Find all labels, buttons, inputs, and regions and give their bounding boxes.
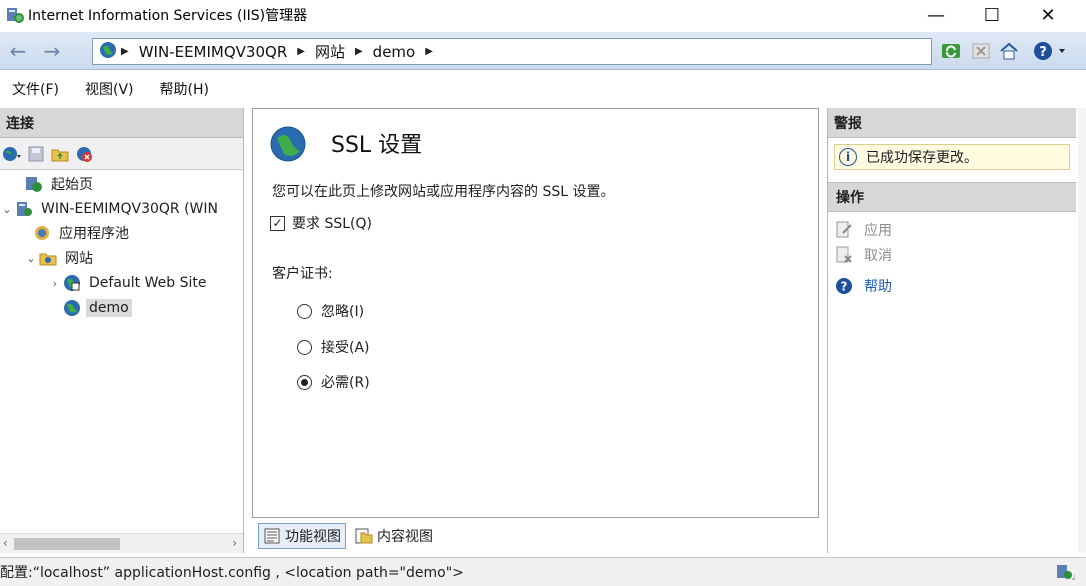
- collapse-arrow-icon[interactable]: ⌄: [0, 203, 14, 216]
- back-arrow-icon: ←: [9, 39, 27, 63]
- tree-item-demo[interactable]: demo: [62, 296, 132, 320]
- website-icon: [62, 273, 82, 293]
- apply-icon: [834, 220, 854, 240]
- sites-folder-icon: [38, 248, 58, 268]
- address-bar[interactable]: ▶ WIN-EEMIMQV30QR ▶ 网站 ▶ demo ▶: [92, 38, 932, 65]
- alert-message: 已成功保存更改。: [866, 150, 978, 166]
- require-ssl-checkbox[interactable]: ✓ 要求 SSL(Q): [270, 213, 372, 233]
- close-icon: ✕: [1040, 4, 1056, 26]
- require-ssl-label: 要求 SSL(Q): [292, 216, 372, 232]
- scrollbar-thumb[interactable]: [14, 538, 120, 550]
- expand-arrow-icon[interactable]: ›: [48, 277, 62, 290]
- action-cancel[interactable]: 取消: [828, 242, 1076, 267]
- radio-ignore[interactable]: 忽略(I): [297, 301, 364, 321]
- tab-content-view[interactable]: 内容视图: [350, 523, 438, 549]
- tree-item-app-pools[interactable]: 应用程序池: [32, 221, 132, 245]
- radio-circle-selected[interactable]: [297, 374, 312, 390]
- ssl-globe-icon: [269, 125, 307, 167]
- close-button[interactable]: ✕: [1020, 0, 1076, 30]
- radio-circle[interactable]: [297, 339, 312, 355]
- maximize-button[interactable]: ☐: [964, 0, 1020, 30]
- horizontal-scrollbar[interactable]: ‹ ›: [0, 533, 243, 553]
- globe-icon: [99, 41, 117, 63]
- content-view-icon: [355, 527, 373, 545]
- save-success-alert: i 已成功保存更改。: [834, 144, 1070, 170]
- svg-text:?: ?: [1039, 45, 1047, 60]
- breadcrumb-arrow-icon: ▶: [425, 46, 433, 57]
- page-description: 您可以在此页上修改网站或应用程序内容的 SSL 设置。: [272, 184, 615, 200]
- title-bar: Internet Information Services (IIS)管理器 —…: [0, 0, 1086, 30]
- scroll-left-icon[interactable]: ‹: [3, 536, 8, 550]
- navigation-bar: ← → ▶ WIN-EEMIMQV30QR ▶ 网站 ▶ demo ▶ ?: [0, 32, 1086, 70]
- actions-pane: 警报 i 已成功保存更改。 操作 应用 取消 ? 帮助: [827, 108, 1076, 553]
- tree-item-sites[interactable]: ⌄ 网站: [24, 246, 96, 270]
- menu-help[interactable]: 帮助(H): [160, 79, 209, 99]
- menu-file[interactable]: 文件(F): [12, 79, 59, 99]
- radio-circle[interactable]: [297, 303, 312, 319]
- menu-view[interactable]: 视图(V): [85, 79, 134, 99]
- collapse-arrow-icon[interactable]: ⌄: [24, 252, 38, 265]
- tree-item-server[interactable]: ⌄ WIN-EEMIMQV30QR (WIN: [0, 197, 221, 221]
- ssl-settings-panel: SSL 设置 您可以在此页上修改网站或应用程序内容的 SSL 设置。 ✓ 要求 …: [252, 108, 819, 518]
- connections-header: 连接: [0, 108, 243, 138]
- breadcrumb-server[interactable]: WIN-EEMIMQV30QR: [139, 43, 288, 61]
- window-title: Internet Information Services (IIS)管理器: [28, 8, 308, 24]
- minimize-icon: —: [927, 4, 945, 26]
- features-view-icon: [263, 527, 281, 545]
- right-edge-scroll-area: [1078, 108, 1086, 553]
- page-title: SSL 设置: [331, 133, 423, 158]
- help-dropdown-icon[interactable]: ?: [1032, 40, 1068, 62]
- forward-arrow-icon: →: [43, 39, 61, 63]
- stop-icon[interactable]: [970, 40, 992, 62]
- view-tabs: 功能视图 内容视图: [252, 520, 438, 552]
- status-bar: 配置:“localhost” applicationHost.config , …: [0, 557, 1086, 586]
- connections-toolbar: [0, 138, 243, 170]
- server-icon: [14, 199, 34, 219]
- tree-item-start-page[interactable]: 起始页: [10, 172, 96, 196]
- svg-text:?: ?: [841, 279, 848, 293]
- website-icon: [62, 298, 82, 318]
- client-cert-label: 客户证书:: [272, 266, 333, 282]
- cancel-icon: [834, 245, 854, 265]
- action-help[interactable]: ? 帮助: [828, 273, 1076, 298]
- breadcrumb-sites[interactable]: 网站: [315, 41, 345, 62]
- minimize-button[interactable]: —: [908, 0, 964, 30]
- status-text: 配置:“localhost” applicationHost.config , …: [0, 565, 464, 581]
- scroll-right-icon[interactable]: ›: [232, 536, 237, 550]
- alerts-header: 警报: [828, 108, 1076, 138]
- disconnect-icon[interactable]: [74, 144, 94, 164]
- actions-header: 操作: [828, 182, 1076, 212]
- iis-app-icon: [4, 4, 26, 26]
- tab-features-view[interactable]: 功能视图: [258, 523, 346, 549]
- server-status-icon: [1054, 562, 1078, 582]
- tree-item-default-web-site[interactable]: › Default Web Site: [48, 271, 209, 295]
- info-icon: i: [839, 148, 857, 166]
- home-icon[interactable]: [998, 40, 1020, 62]
- app-pool-icon: [32, 223, 52, 243]
- breadcrumb-arrow-icon: ▶: [354, 46, 363, 57]
- back-button[interactable]: ←: [4, 38, 32, 64]
- folder-up-icon[interactable]: [50, 144, 70, 164]
- checkbox-box[interactable]: ✓: [270, 215, 285, 231]
- connections-tree: 起始页 ⌄ WIN-EEMIMQV30QR (WIN 应用程序池 ⌄ 网站 ›: [0, 170, 243, 510]
- breadcrumb-demo[interactable]: demo: [373, 43, 416, 61]
- connect-icon[interactable]: [2, 144, 22, 164]
- help-icon: ?: [834, 276, 854, 296]
- action-apply[interactable]: 应用: [828, 217, 1076, 242]
- refresh-icon[interactable]: [940, 40, 962, 62]
- menu-bar: 文件(F) 视图(V) 帮助(H): [0, 72, 1086, 106]
- start-page-icon: [24, 174, 44, 194]
- forward-button[interactable]: →: [38, 38, 66, 64]
- radio-accept[interactable]: 接受(A): [297, 337, 370, 357]
- breadcrumb-arrow-icon: ▶: [121, 46, 129, 57]
- save-icon[interactable]: [26, 144, 46, 164]
- radio-require[interactable]: 必需(R): [297, 372, 370, 392]
- maximize-icon: ☐: [983, 4, 1001, 26]
- connections-pane: 连接 起始页 ⌄ WIN-EEMIMQV30QR (WIN 应用程序池 ⌄ 网站…: [0, 108, 244, 553]
- breadcrumb-arrow-icon: ▶: [297, 46, 305, 57]
